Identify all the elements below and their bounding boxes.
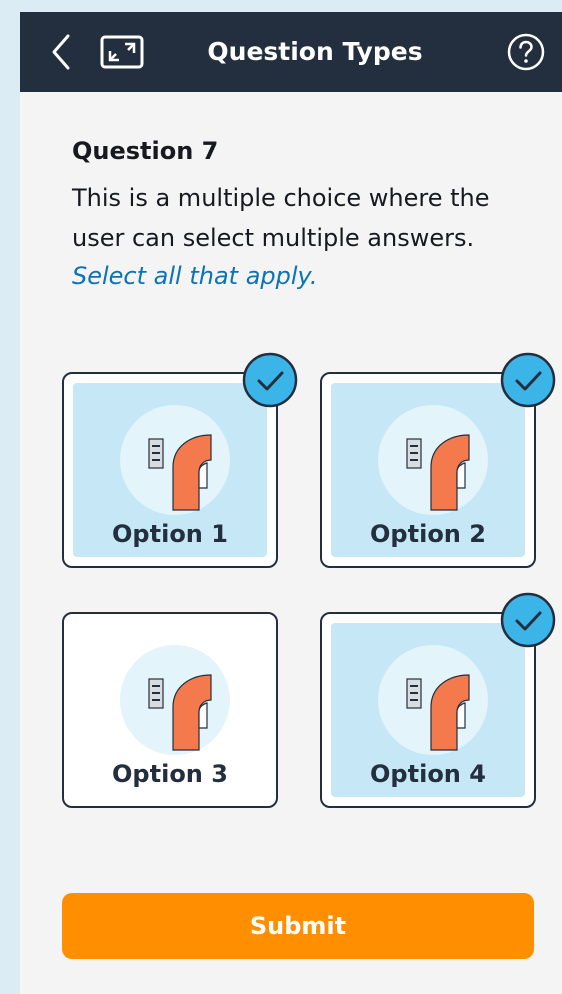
- page-title: Question Types: [207, 37, 423, 66]
- submit-button[interactable]: Submit: [62, 893, 534, 959]
- check-icon: [500, 592, 556, 648]
- option-card-2[interactable]: Option 2: [320, 352, 556, 568]
- option-label: Option 3: [112, 760, 228, 788]
- question-text: This is a multiple choice where the user…: [72, 184, 490, 252]
- option-card-1[interactable]: Option 1: [62, 352, 298, 568]
- option-illustration-icon: [378, 645, 488, 755]
- option-illustration-icon: [120, 645, 230, 755]
- option-label: Option 4: [370, 760, 486, 788]
- question-screen: Question Types Question 7 This is a mult…: [20, 12, 562, 994]
- check-icon: [242, 352, 298, 408]
- question-hint: Select all that apply.: [72, 262, 318, 290]
- top-bar: Question Types: [20, 12, 562, 92]
- question-number: Question 7: [72, 137, 219, 165]
- option-card-3[interactable]: Option 3: [62, 612, 278, 808]
- option-illustration-icon: [378, 405, 488, 515]
- option-label: Option 1: [112, 520, 228, 548]
- option-illustration-icon: [120, 405, 230, 515]
- option-card-4[interactable]: Option 4: [320, 592, 556, 808]
- help-icon[interactable]: [506, 32, 546, 72]
- chevron-left-icon[interactable]: [48, 32, 76, 72]
- option-label: Option 2: [370, 520, 486, 548]
- check-icon: [500, 352, 556, 408]
